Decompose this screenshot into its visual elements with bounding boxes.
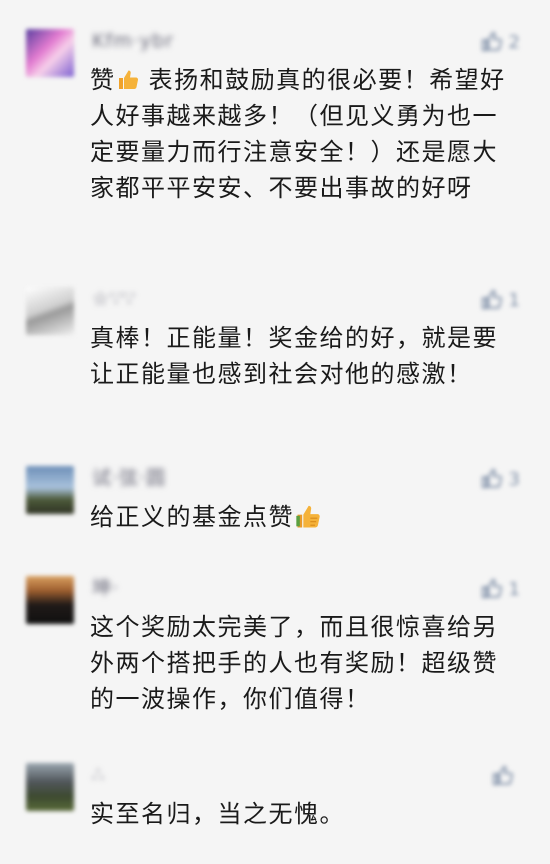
comment-text: 实至名归，当之无愧。 bbox=[90, 800, 345, 828]
thumbs-up-icon bbox=[481, 31, 502, 52]
username[interactable]: 试·弦·圆 bbox=[92, 467, 166, 489]
thumbs-up-icon bbox=[481, 468, 502, 489]
username[interactable]: 坤· bbox=[92, 577, 119, 599]
avatar[interactable] bbox=[26, 29, 74, 77]
thumbs-up-emoji bbox=[296, 505, 320, 528]
comment-text-part: 给正义的基金点赞 bbox=[90, 503, 294, 531]
comment-feed: Kfm·ybr 2 赞 表扬和鼓励真的很必要！希望好人好事越来越多！（但见义勇为… bbox=[0, 0, 550, 864]
comment-text-part: 赞 bbox=[90, 66, 116, 94]
thumbs-up-icon bbox=[481, 289, 502, 310]
like-count: 3 bbox=[508, 468, 520, 490]
like-count: 1 bbox=[508, 578, 520, 600]
like-count: 1 bbox=[508, 289, 520, 311]
comment-text: 这个奖励太完美了，而且很惊喜给另外两个搭把手的人也有奖励！超级赞的一波操作，你们… bbox=[90, 613, 498, 713]
like-button[interactable]: 1 bbox=[481, 577, 520, 601]
thumbs-up-icon bbox=[492, 765, 513, 786]
avatar[interactable] bbox=[26, 287, 74, 335]
username[interactable]: ∴ bbox=[92, 764, 105, 786]
username[interactable]: ☆∵∵ bbox=[92, 288, 136, 310]
like-button[interactable]: 2 bbox=[481, 30, 520, 54]
avatar[interactable] bbox=[26, 466, 74, 514]
comment-text: 真棒！正能量！奖金给的好，就是要让正能量也感到社会对他的感激！ bbox=[90, 324, 498, 388]
comment-text: 给正义的基金点赞 bbox=[90, 499, 520, 535]
avatar[interactable] bbox=[26, 763, 74, 811]
thumbs-up-emoji bbox=[118, 70, 138, 89]
like-button[interactable] bbox=[492, 764, 520, 788]
avatar[interactable] bbox=[26, 576, 74, 624]
like-button[interactable]: 1 bbox=[481, 288, 520, 312]
thumbs-up-icon bbox=[481, 578, 502, 599]
like-count: 2 bbox=[508, 31, 520, 53]
username[interactable]: Kfm·ybr bbox=[92, 30, 174, 52]
like-button[interactable]: 3 bbox=[481, 467, 520, 491]
comment-text-part: 表扬和鼓励真的很必要！希望好人好事越来越多！（但见义勇为也一定要量力而行注意安全… bbox=[90, 66, 506, 202]
comment-text: 赞 表扬和鼓励真的很必要！希望好人好事越来越多！（但见义勇为也一定要量力而行注意… bbox=[90, 62, 520, 206]
